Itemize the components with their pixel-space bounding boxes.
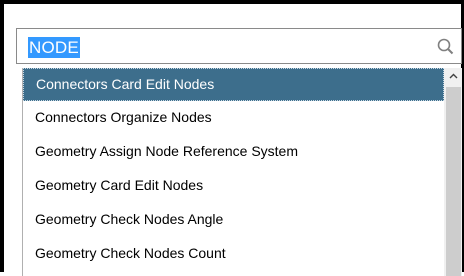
vertical-scrollbar[interactable] — [444, 68, 462, 276]
scroll-up-button[interactable] — [444, 68, 462, 85]
search-box: NODE — [16, 28, 462, 64]
results-list: Connectors Card Edit Nodes Connectors Or… — [22, 68, 462, 276]
list-item[interactable]: Connectors Card Edit Nodes — [23, 68, 444, 101]
list-item[interactable]: Geometry Assign Node Reference System — [23, 135, 444, 168]
search-input[interactable]: NODE — [17, 29, 431, 63]
command-search-popup: NODE Connectors Card Edit Nodes Connecto… — [0, 0, 464, 276]
list-item[interactable]: Geometry Card Edit Nodes — [23, 169, 444, 202]
search-input-value: NODE — [28, 37, 80, 58]
search-icon[interactable] — [435, 36, 457, 58]
chevron-up-icon — [449, 73, 458, 79]
list-item[interactable]: Connectors Organize Nodes — [23, 101, 444, 134]
scrollbar-thumb[interactable] — [446, 87, 461, 276]
list-item[interactable]: Geometry Check Nodes Angle — [23, 203, 444, 236]
list-item[interactable]: Geometry Check Nodes Count — [23, 237, 444, 270]
